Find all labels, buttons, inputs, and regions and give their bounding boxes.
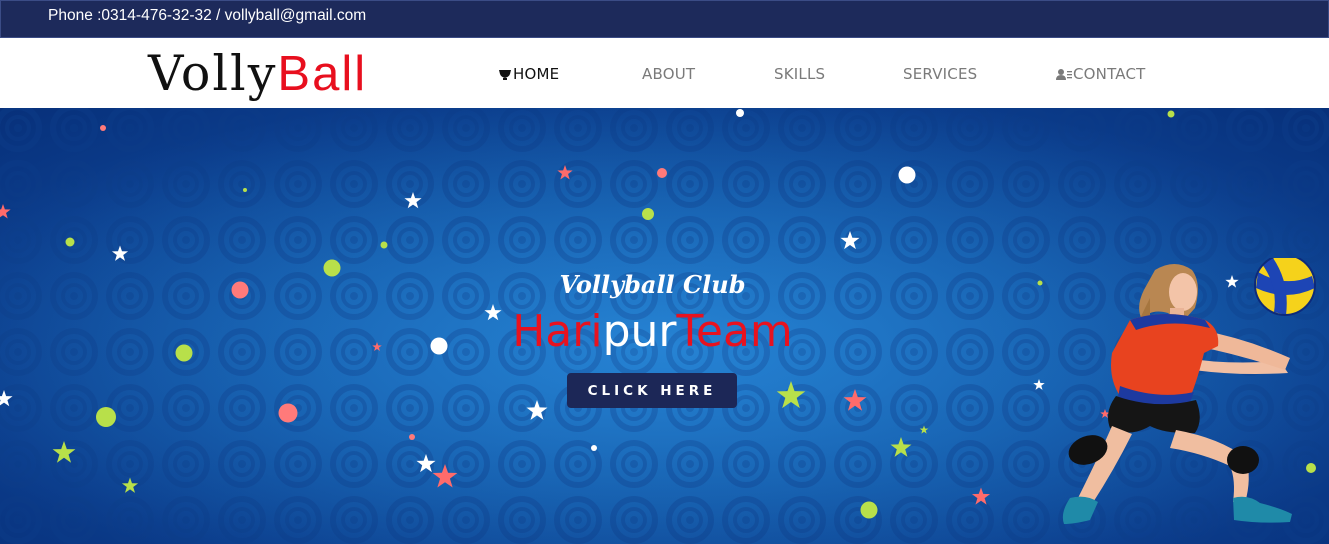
nav-item-services[interactable]: SERVICES <box>903 65 977 83</box>
nav-label-contact: CONTACT <box>1073 65 1146 83</box>
hero-banner: Vollyball Club HaripurTeam CLICK HERE <box>0 108 1329 544</box>
headline-part-hari: Hari <box>512 306 603 357</box>
click-here-button[interactable]: CLICK HERE <box>567 373 737 408</box>
nav-item-about[interactable]: ABOUT <box>642 65 695 83</box>
user-list-icon <box>1056 68 1072 81</box>
nav-label-about: ABOUT <box>642 65 696 83</box>
nav-label-home: HOME <box>513 65 560 83</box>
nav-item-skills[interactable]: SKILLS <box>774 65 825 83</box>
headline-part-pur: pur <box>602 306 677 357</box>
nav-item-home[interactable]: HOME <box>498 65 559 83</box>
contact-info-text: Phone :0314-476-32-32 / vollyball@gmail.… <box>48 7 367 24</box>
nav-label-skills: SKILLS <box>774 65 826 83</box>
volleyball-icon <box>1254 258 1316 316</box>
nav-menu: HOME ABOUT SKILLS SERVICES CONTACT <box>0 65 1329 85</box>
headline-part-team: Team <box>676 306 793 357</box>
nav-label-services: SERVICES <box>903 65 978 83</box>
volleyball-player-image <box>1062 258 1316 524</box>
home-icon <box>498 68 512 81</box>
top-contact-bar: Phone :0314-476-32-32 / vollyball@gmail.… <box>0 0 1329 38</box>
main-navbar: VollyBall HOME ABOUT SKILLS SERVICES CON… <box>0 38 1329 108</box>
nav-item-contact[interactable]: CONTACT <box>1056 65 1146 83</box>
